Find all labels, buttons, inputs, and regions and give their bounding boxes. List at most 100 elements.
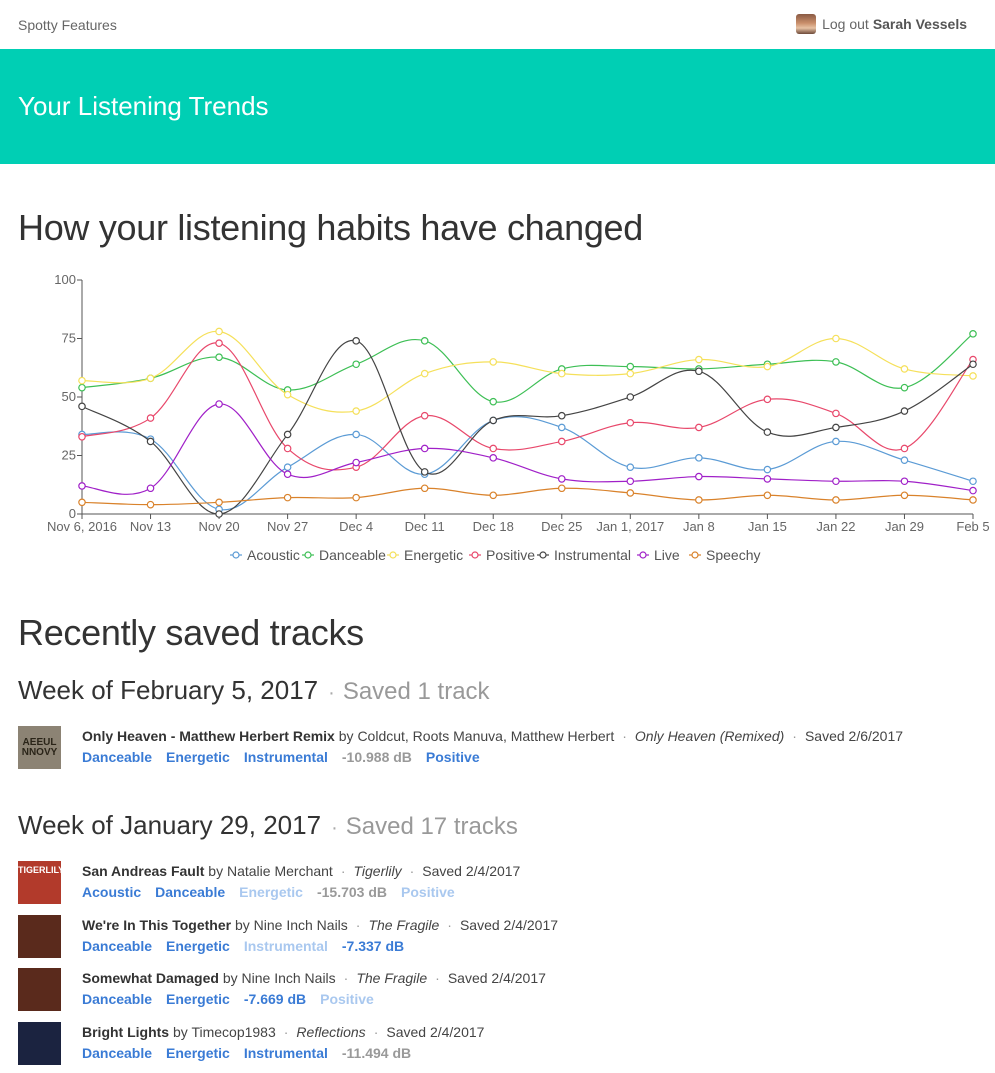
data-point-positive (763, 395, 772, 404)
data-point-live (489, 454, 498, 462)
x-tick-label: Nov 20 (198, 519, 239, 534)
legend-swatch-marker (471, 551, 479, 559)
separator-dot: · (355, 916, 361, 933)
data-point-positive (695, 423, 703, 432)
data-point-energetic (900, 365, 909, 373)
track-name[interactable]: Somewhat Damaged (82, 970, 219, 986)
feature-tag[interactable]: Danceable (82, 991, 152, 1007)
track-artists[interactable]: Coldcut, Roots Manuva, Matthew Herbert (357, 728, 614, 744)
track-row: AEEUL NNOVY Only Heaven - Matthew Herbert… (18, 726, 988, 770)
avatar (796, 14, 817, 34)
feature-tag[interactable]: Instrumental (244, 749, 328, 765)
x-tick-label: Feb 5 (956, 519, 989, 534)
data-point-energetic (969, 372, 977, 380)
feature-tag[interactable]: Energetic (166, 938, 230, 954)
separator-dot: · (435, 970, 440, 987)
data-point-speechy (557, 484, 566, 493)
brand-link[interactable]: Spotty Features (18, 17, 117, 33)
data-point-energetic (763, 362, 772, 371)
feature-tag[interactable]: Energetic (239, 884, 303, 900)
track-artists[interactable]: Timecop1983 (191, 1024, 275, 1040)
track-name[interactable]: San Andreas Fault (82, 863, 204, 879)
data-point-instrumental (489, 416, 498, 425)
track-album[interactable]: The Fragile (368, 917, 439, 933)
track-saved-date: Saved 2/6/2017 (804, 728, 904, 744)
data-point-acoustic (695, 454, 703, 462)
legend-swatch-marker (691, 551, 699, 559)
data-point-danceable (215, 353, 223, 362)
data-point-positive (832, 409, 840, 418)
data-point-positive (557, 437, 566, 446)
data-point-instrumental (900, 407, 909, 415)
feature-tag[interactable]: Positive (401, 884, 455, 900)
data-point-acoustic (763, 465, 772, 474)
data-point-positive (215, 339, 223, 347)
feature-tag[interactable]: Danceable (155, 884, 225, 900)
hero-banner: Your Listening Trends (0, 49, 995, 164)
data-point-danceable (78, 383, 86, 392)
data-point-live (900, 477, 909, 486)
separator-dot: · (622, 728, 627, 744)
track-tags: Danceable Energetic Instrumental -7.337 dB (82, 938, 418, 954)
feature-tag[interactable]: Energetic (166, 749, 230, 765)
feature-tag[interactable]: Positive (426, 749, 480, 765)
track-album[interactable]: Only Heaven (Remixed) (635, 728, 784, 744)
x-tick-label: Nov 13 (130, 519, 171, 534)
chart-section-title: How your listening habits have changed (18, 207, 643, 248)
album-cover[interactable] (18, 968, 61, 1012)
album-cover[interactable]: TIGERLILY (18, 861, 61, 904)
data-point-positive (900, 444, 909, 453)
album-cover[interactable]: AEEUL NNOVY (18, 726, 61, 769)
feature-tag[interactable]: Positive (320, 991, 374, 1007)
feature-tag[interactable]: Energetic (166, 991, 230, 1007)
data-point-speechy (489, 491, 498, 500)
track-artists[interactable]: Nine Inch Nails (254, 917, 348, 933)
week-count: Saved 1 track (342, 678, 490, 705)
track-name[interactable]: Only Heaven - Matthew Herbert Remix (82, 728, 335, 744)
feature-tag[interactable]: Danceable (82, 1045, 152, 1061)
x-tick-label: Dec 18 (473, 519, 514, 534)
data-point-positive (420, 411, 429, 420)
feature-tag[interactable]: Danceable (82, 749, 152, 765)
y-tick-label: 50 (62, 389, 76, 404)
data-point-speechy (215, 498, 223, 507)
feature-tag[interactable]: Energetic (166, 1045, 230, 1061)
feature-tag[interactable]: Acoustic (82, 884, 141, 900)
legend-label-instrumental: Instrumental (554, 547, 631, 563)
data-point-danceable (352, 360, 360, 369)
feature-tag[interactable]: Instrumental (244, 938, 328, 954)
x-tick-label: Jan 29 (885, 519, 924, 534)
data-point-energetic (352, 407, 360, 415)
track-artists[interactable]: Natalie Merchant (227, 863, 333, 879)
album-cover[interactable] (18, 1022, 61, 1066)
track-row: We're In This Together by Nine Inch Nail… (18, 914, 988, 959)
feature-tag[interactable]: Instrumental (244, 1045, 328, 1061)
data-point-energetic (283, 390, 292, 399)
legend-swatch-marker (639, 551, 647, 559)
x-tick-label: Jan 8 (683, 519, 715, 534)
data-point-live (557, 475, 566, 483)
track-name[interactable]: We're In This Together (82, 917, 231, 933)
data-point-instrumental (626, 393, 635, 401)
track-album[interactable]: The Fragile (356, 970, 427, 986)
data-point-speechy (352, 493, 360, 502)
tracks-section-title: Recently saved tracks (18, 612, 364, 653)
track-album[interactable]: Reflections (296, 1024, 365, 1040)
week-separator: · (328, 682, 335, 704)
album-cover[interactable] (18, 914, 61, 958)
feature-tag[interactable]: Danceable (82, 938, 152, 954)
data-point-danceable (626, 362, 635, 371)
track-album[interactable]: Tigerlily (353, 863, 401, 879)
logout-link[interactable]: Log out (822, 16, 869, 32)
data-point-instrumental (695, 367, 703, 376)
data-point-instrumental (283, 430, 292, 439)
week-heading: Week of February 5, 2017 · Saved 1 track (18, 675, 490, 706)
data-point-instrumental (78, 402, 86, 411)
track-by: by (222, 970, 238, 987)
data-point-acoustic (283, 463, 292, 472)
track-info: San Andreas Fault by Natalie Merchant · Ti… (82, 863, 520, 879)
track-name[interactable]: Bright Lights (82, 1024, 169, 1040)
page-title: Your Listening Trends (18, 91, 269, 121)
track-artists[interactable]: Nine Inch Nails (242, 970, 336, 986)
y-tick-label: 75 (62, 331, 76, 346)
